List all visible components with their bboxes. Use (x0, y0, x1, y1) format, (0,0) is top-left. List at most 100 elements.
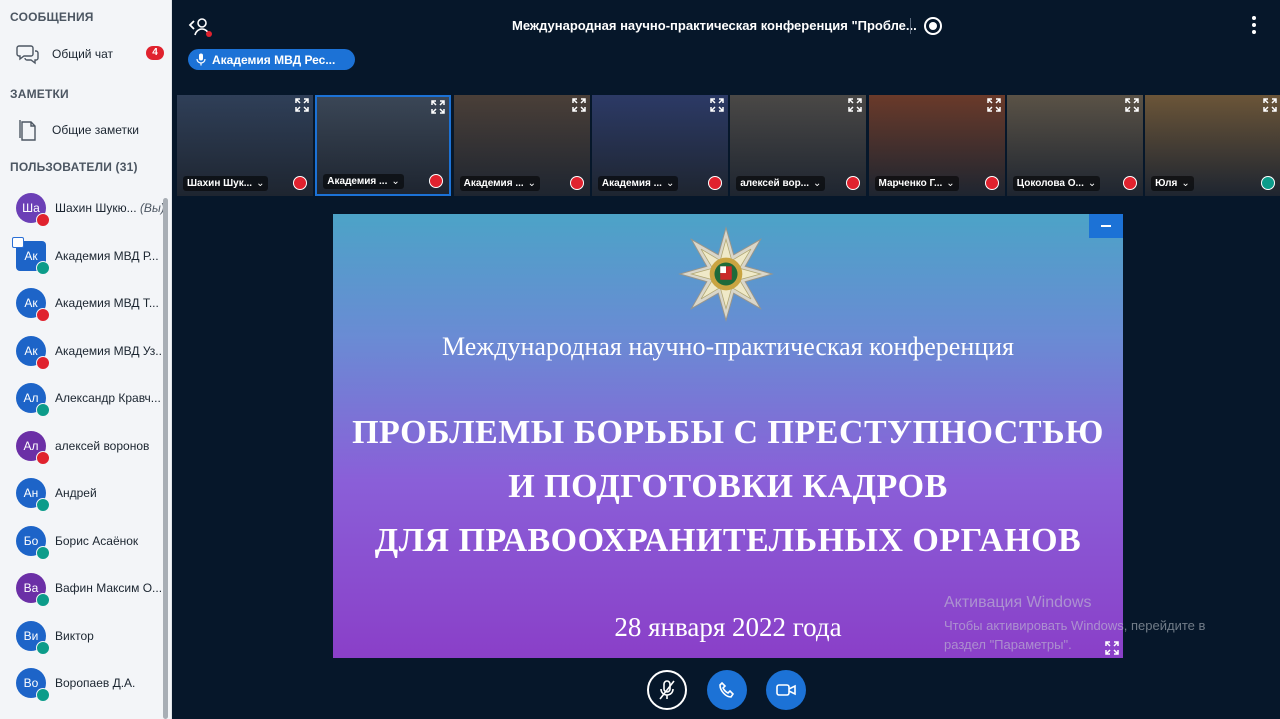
chevron-down-icon: ⌄ (391, 176, 400, 187)
video-tile-name[interactable]: Академия ... ⌄ (597, 176, 679, 191)
user-list-item[interactable]: Во Воропаев Д.А. (0, 659, 164, 707)
fullscreen-icon[interactable] (295, 98, 309, 112)
star-emblem-icon (678, 226, 774, 322)
video-tile[interactable]: Академия ... ⌄ (591, 95, 728, 196)
user-name: Борис Асаёнок (55, 534, 164, 548)
video-tile[interactable]: Марченко Г... ⌄ (868, 95, 1005, 196)
user-name: Виктор (55, 629, 164, 643)
presenter-icon (12, 236, 24, 248)
messages-section-title: СООБЩЕНИЯ (10, 10, 94, 24)
user-list-item[interactable]: Бо Борис Асаёнок (0, 517, 164, 565)
unmute-button[interactable] (647, 670, 687, 710)
sidebar: СООБЩЕНИЯ Общий чат 4 ЗАМЕТКИ Общие заме… (0, 0, 172, 719)
user-name: Академия МВД Р... (55, 249, 164, 263)
chevron-down-icon: ⌄ (665, 178, 675, 189)
user-name-text: Воропаев Д.А. (55, 676, 136, 690)
video-tile-name[interactable]: Академия ... ⌄ (459, 176, 541, 191)
user-list-item[interactable]: Ал Александр Кравч... (0, 374, 164, 422)
recording-indicator-icon[interactable] (924, 17, 942, 35)
avatar: Бо (16, 525, 50, 560)
video-tile-name-text: Юля (1155, 178, 1178, 189)
fullscreen-icon[interactable] (1263, 98, 1277, 112)
headphones-icon (1261, 176, 1276, 190)
video-tile[interactable]: алексей вор... ⌄ (730, 95, 867, 196)
user-name-text: Александр Кравч... (55, 391, 161, 405)
video-tile-name[interactable]: Академия ... ⌄ (323, 174, 404, 189)
avatar: Ви (16, 620, 50, 655)
avatar: Ша (16, 193, 50, 227)
muted-mic-icon (293, 176, 307, 190)
muted-mic-icon (707, 176, 722, 190)
share-webcam-button[interactable] (766, 670, 806, 710)
shared-notes-item[interactable]: Общие заметки (0, 112, 168, 148)
video-tile-name[interactable]: алексей вор... ⌄ (736, 176, 826, 191)
muted-mic-icon (36, 450, 50, 465)
chevron-down-icon: ⌄ (256, 178, 265, 189)
video-tile-name[interactable]: Шахин Шук... ⌄ (183, 176, 269, 191)
avatar: Ак (16, 288, 50, 322)
leave-audio-button[interactable] (707, 670, 747, 710)
muted-mic-icon (984, 176, 999, 190)
user-list-item[interactable]: Ак Академия МВД Р... (0, 232, 164, 280)
presenter-name: Академия МВД Рес... (212, 52, 336, 67)
avatar-initials: Ак (24, 343, 38, 358)
avatar: Ак (12, 236, 50, 275)
video-tile[interactable]: Юля ⌄ (1145, 95, 1280, 196)
toggle-users-button[interactable] (188, 16, 212, 38)
video-tile-name-text: алексей вор... (740, 178, 810, 189)
avatar-initials: Ви (23, 628, 39, 643)
video-tile[interactable]: Академия ... ⌄ (315, 95, 452, 196)
public-chat-item[interactable]: Общий чат 4 (0, 36, 168, 72)
muted-mic-icon (846, 176, 861, 190)
headphones-icon (36, 593, 50, 607)
user-list-item[interactable]: Ви Виктор (0, 612, 164, 660)
user-name-text: Вафин Максим О... (55, 581, 163, 595)
video-tile-name[interactable]: Марченко Г... ⌄ (874, 176, 959, 191)
user-name: алексей воронов (55, 439, 164, 453)
user-name: Воропаев Д.А. (55, 676, 164, 690)
user-list-item[interactable]: Ал алексей воронов (0, 422, 164, 470)
phone-icon (719, 681, 735, 698)
chevron-down-icon: ⌄ (1087, 178, 1097, 189)
user-list-item[interactable]: Ан Андрей (0, 469, 164, 517)
public-chat-label: Общий чат (52, 47, 113, 61)
options-menu-button[interactable] (1248, 16, 1260, 36)
fullscreen-icon[interactable] (431, 100, 446, 114)
avatar: Во (16, 668, 50, 702)
muted-mic-icon (1122, 176, 1137, 190)
shared-notes-label: Общие заметки (52, 123, 139, 137)
fullscreen-icon[interactable] (986, 98, 1001, 112)
presenter-pill[interactable]: Академия МВД Рес... (188, 49, 355, 70)
avatar-initials: Во (23, 676, 39, 690)
video-tile-name-text: Академия ... (463, 178, 524, 189)
fullscreen-icon[interactable] (571, 98, 586, 112)
notes-icon (14, 116, 42, 144)
video-tile[interactable]: Шахин Шук... ⌄ (177, 95, 313, 196)
user-name-text: Академия МВД Т... (55, 296, 159, 310)
video-tile[interactable]: Академия ... ⌄ (453, 95, 590, 196)
divider (910, 18, 911, 34)
user-list-item[interactable]: Ак Академия МВД Уз... (0, 327, 164, 375)
chevron-down-icon: ⌄ (527, 178, 537, 189)
video-tile-name[interactable]: Юля ⌄ (1151, 176, 1194, 191)
video-tile[interactable]: Цоколова О... ⌄ (1006, 95, 1143, 196)
user-name-text: Борис Асаёнок (55, 533, 139, 548)
top-bar: Международная научно-практическая конфер… (172, 0, 1280, 52)
you-label: (Вы) (139, 201, 164, 215)
video-tile-name[interactable]: Цоколова О... ⌄ (1012, 176, 1101, 191)
avatar: Ал (16, 383, 50, 417)
fullscreen-icon[interactable] (710, 98, 724, 112)
minimize-presentation-button[interactable] (1089, 214, 1123, 238)
scrollbar[interactable] (163, 198, 168, 719)
fullscreen-icon[interactable] (848, 98, 862, 112)
user-name: Академия МВД Уз... (55, 344, 164, 358)
chevron-down-icon: ⌄ (1181, 178, 1190, 189)
user-list-item[interactable]: Ша Шахин Шукю... (Вы) (0, 184, 164, 232)
user-name: Академия МВД Т... (55, 296, 164, 310)
user-list-icon (188, 18, 212, 37)
fullscreen-icon[interactable] (1125, 98, 1139, 112)
muted-mic-icon (36, 213, 50, 227)
user-list-item[interactable]: Ак Академия МВД Т... (0, 279, 164, 327)
avatar: Ал (16, 430, 50, 465)
user-list-item[interactable]: Ва Вафин Максим О... (0, 564, 164, 612)
